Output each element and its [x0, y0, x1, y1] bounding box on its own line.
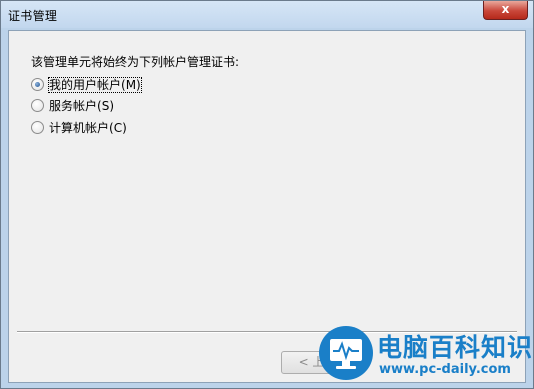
radio-label: 我的用户帐户(M): [48, 76, 142, 93]
radio-unselected-icon[interactable]: [31, 98, 44, 112]
window-title: 证书管理: [8, 9, 58, 23]
dialog-window: 证书管理 x 该管理单元将始终为下列帐户管理证书: 我的用户帐户(M) 服务帐户…: [0, 0, 534, 389]
radio-label: 服务帐户(S): [49, 98, 114, 113]
close-button[interactable]: x: [483, 1, 528, 20]
radio-label: 计算机帐户(C): [49, 120, 127, 135]
watermark-title: 电脑百科知识: [377, 333, 534, 362]
radio-service-account[interactable]: 服务帐户(S): [31, 97, 114, 113]
radio-my-user-account[interactable]: 我的用户帐户(M): [31, 76, 142, 93]
close-icon: x: [501, 2, 510, 16]
radio-selected-icon[interactable]: [31, 77, 44, 91]
radio-unselected-icon[interactable]: [31, 120, 44, 134]
watermark-url: www.pc-daily.com: [379, 362, 511, 377]
account-prompt: 该管理单元将始终为下列帐户管理证书:: [31, 55, 240, 69]
radio-computer-account[interactable]: 计算机帐户(C): [31, 119, 127, 135]
watermark: 电脑百科知识 www.pc-daily.com: [319, 326, 532, 384]
title-bar[interactable]: 证书管理 x: [1, 1, 533, 28]
monitor-logo-icon: [319, 326, 373, 380]
